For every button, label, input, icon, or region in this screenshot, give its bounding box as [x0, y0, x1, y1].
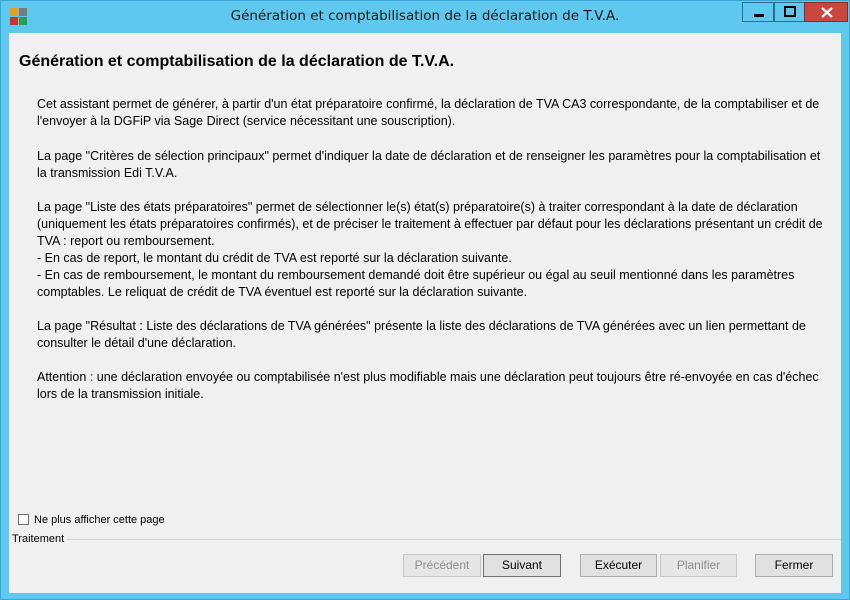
- intro-paragraph: Cet assistant permet de générer, à parti…: [37, 97, 820, 128]
- list-paragraph: La page "Liste des états préparatoires" …: [37, 200, 823, 299]
- group-divider: [67, 539, 841, 540]
- minimize-icon: [754, 14, 764, 17]
- close-icon: [821, 7, 833, 18]
- schedule-button[interactable]: Planifier: [660, 554, 737, 577]
- maximize-icon: [784, 6, 796, 17]
- wizard-window: Génération et comptabilisation de la déc…: [0, 0, 850, 600]
- title-bar[interactable]: Génération et comptabilisation de la déc…: [1, 1, 849, 32]
- close-window-button[interactable]: [804, 2, 848, 22]
- window-title: Génération et comptabilisation de la déc…: [230, 8, 620, 24]
- maximize-button[interactable]: [774, 2, 806, 22]
- previous-button[interactable]: Précédent: [403, 554, 481, 577]
- close-button[interactable]: Fermer: [755, 554, 833, 577]
- dont-show-checkbox[interactable]: [18, 514, 29, 525]
- execute-button[interactable]: Exécuter: [580, 554, 657, 577]
- wizard-client-area: Génération et comptabilisation de la déc…: [9, 33, 841, 593]
- dont-show-label[interactable]: Ne plus afficher cette page: [34, 514, 165, 526]
- group-label: Traitement: [12, 533, 67, 545]
- criteria-paragraph: La page "Critères de sélection principau…: [37, 149, 821, 180]
- result-paragraph: La page "Résultat : Liste des déclaratio…: [37, 319, 806, 350]
- warning-paragraph: Attention : une déclaration envoyée ou c…: [37, 370, 819, 401]
- minimize-button[interactable]: [742, 2, 774, 22]
- next-button[interactable]: Suivant: [483, 554, 561, 577]
- page-heading: Génération et comptabilisation de la déc…: [19, 53, 455, 70]
